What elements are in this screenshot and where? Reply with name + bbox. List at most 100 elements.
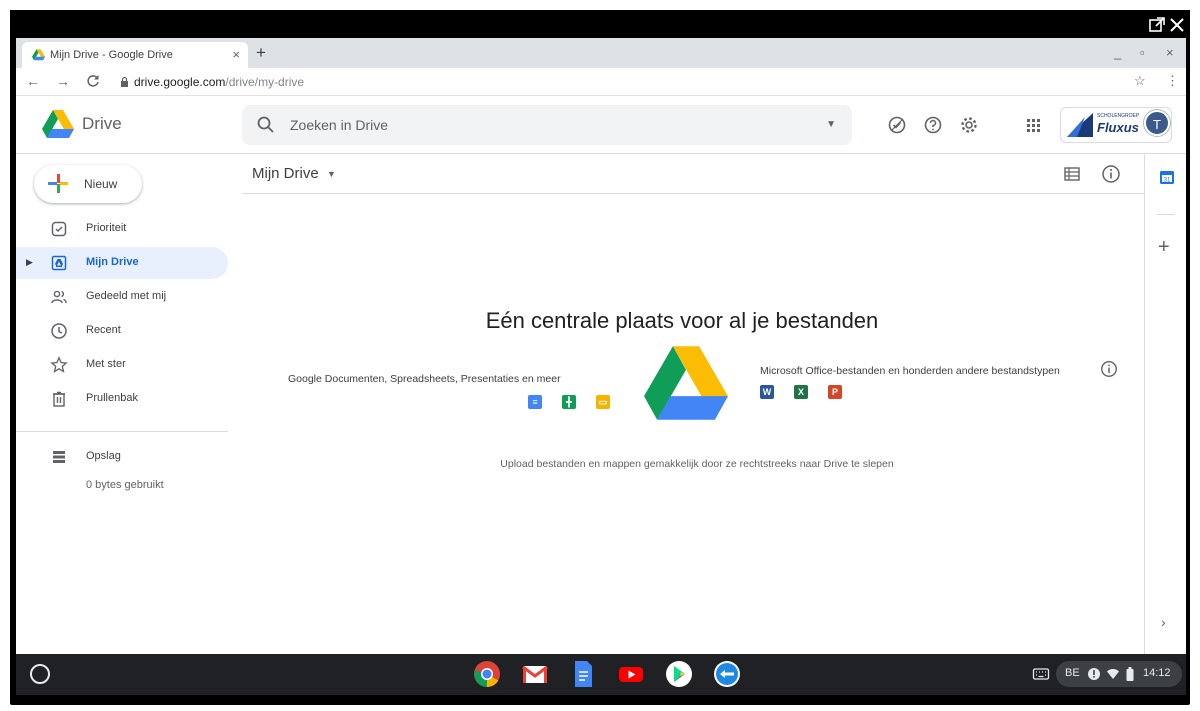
sidebar-item-mijn-drive[interactable]: ▶ Mijn Drive — [16, 247, 228, 279]
svg-text:31: 31 — [1164, 177, 1171, 183]
apps-grid-icon[interactable] — [1022, 114, 1044, 136]
drive-logo-large-icon — [644, 346, 728, 420]
fluxus-logo-icon — [1067, 113, 1093, 137]
back-arrow-icon[interactable]: ← — [26, 73, 40, 89]
list-view-icon[interactable] — [1062, 164, 1082, 184]
tab-close-button[interactable]: × — [232, 47, 240, 62]
docs-app-icon[interactable] — [568, 659, 598, 689]
sidebar-item-met-ster[interactable]: Met ster — [16, 349, 228, 381]
storage-usage-text: 0 bytes gebruikt — [86, 479, 164, 491]
search-options-chevron-icon[interactable]: ▼ — [826, 119, 836, 130]
settings-gear-icon[interactable] — [958, 114, 980, 136]
sheets-icon: ╋ — [562, 395, 576, 409]
side-panel-divider — [1157, 214, 1175, 215]
input-language: BE — [1065, 667, 1080, 679]
sidebar-item-label: Prioriteit — [86, 222, 127, 234]
gmail-app-icon[interactable] — [520, 659, 550, 689]
url-path: /drive/my-drive — [225, 75, 305, 89]
chrome-app-icon[interactable] — [472, 659, 502, 689]
star-icon — [50, 356, 68, 373]
side-panel: 31 + › — [1144, 154, 1186, 654]
priority-icon — [51, 221, 67, 237]
battery-icon — [1126, 667, 1134, 681]
sidebar-item-label: Mijn Drive — [86, 256, 139, 268]
sidebar-divider — [16, 431, 228, 432]
address-bar[interactable]: drive.google.com/drive/my-drive — [120, 72, 1120, 93]
browser-toolbar: ← → drive.google.com/drive/my-drive ☆ ⋮ — [16, 68, 1186, 96]
keyboard-icon[interactable] — [1032, 665, 1050, 683]
docs-icon: ≡ — [528, 395, 542, 409]
notification-icon — [1088, 668, 1100, 680]
info-icon[interactable] — [1099, 359, 1119, 379]
drive-favicon-icon — [32, 49, 45, 61]
search-bar[interactable]: Zoeken in Drive ▼ — [242, 105, 852, 145]
help-icon[interactable] — [922, 114, 944, 136]
popout-icon[interactable] — [1148, 16, 1166, 34]
window-close-button[interactable]: × — [1166, 45, 1174, 60]
browser-window: Mijn Drive - Google Drive × + _ ▫ × ← → … — [16, 38, 1186, 654]
powerpoint-icon: P — [828, 385, 842, 399]
minimize-button[interactable]: _ — [1114, 45, 1121, 60]
office-app-tiles: W X P — [760, 379, 1060, 401]
new-tab-button[interactable]: + — [256, 43, 266, 63]
organization-tagline: SCHOLENGROEP — [1097, 113, 1140, 119]
office-formats-caption: Microsoft Office-bestanden en honderden … — [760, 364, 1060, 401]
url-host: drive.google.com — [134, 75, 226, 89]
sidebar-item-label: Met ster — [86, 358, 126, 370]
my-drive-icon — [51, 255, 67, 271]
forward-arrow-icon[interactable]: → — [56, 73, 70, 89]
play-store-app-icon[interactable] — [664, 659, 694, 689]
office-formats-text: Microsoft Office-bestanden en honderden … — [760, 365, 1060, 377]
sidebar-item-label: Recent — [86, 324, 121, 336]
restore-button[interactable]: ▫ — [1140, 45, 1145, 60]
search-icon[interactable] — [256, 115, 276, 135]
main-header: Mijn Drive ▼ — [242, 154, 1144, 194]
wifi-icon — [1107, 669, 1119, 679]
search-input[interactable]: Zoeken in Drive — [290, 117, 388, 133]
google-formats-caption: Google Documenten, Spreadsheets, Present… — [288, 373, 618, 409]
reload-icon[interactable] — [86, 74, 100, 88]
close-icon[interactable] — [1168, 16, 1186, 34]
remote-assist-app-icon[interactable] — [712, 659, 742, 689]
add-addon-button[interactable]: + — [1158, 236, 1170, 259]
drive-logo-icon[interactable] — [42, 110, 74, 138]
breadcrumb-chevron-down-icon[interactable]: ▼ — [327, 169, 336, 179]
tab-mijn-drive[interactable]: Mijn Drive - Google Drive × — [22, 42, 248, 68]
clock-time: 14:12 — [1143, 667, 1171, 679]
url-text: drive.google.com/drive/my-drive — [134, 75, 304, 89]
lock-icon — [121, 76, 128, 87]
trash-icon — [53, 391, 65, 407]
bookmark-star-icon[interactable]: ☆ — [1134, 73, 1146, 89]
clock-icon — [51, 323, 67, 339]
sidebar-item-prioriteit[interactable]: Prioriteit — [16, 213, 228, 245]
offline-ready-icon[interactable] — [886, 114, 908, 136]
chevron-right-icon[interactable]: › — [1161, 614, 1166, 630]
sidebar-item-label: Gedeeld met mij — [86, 290, 167, 302]
sidebar: Nieuw Prioriteit ▶ Mijn Drive Gedeeld me… — [16, 154, 242, 654]
launcher-button[interactable] — [30, 664, 50, 684]
calendar-icon[interactable]: 31 — [1159, 169, 1175, 185]
plus-icon — [48, 174, 68, 193]
google-formats-text: Google Documenten, Spreadsheets, Present… — [288, 373, 561, 385]
status-tray[interactable]: BE 14:12 — [1056, 661, 1182, 687]
os-shelf: BE 14:12 — [16, 654, 1186, 695]
sidebar-item-prullenbak[interactable]: Prullenbak — [16, 383, 228, 415]
screenshot-frame: Mijn Drive - Google Drive × + _ ▫ × ← → … — [0, 0, 1200, 711]
google-app-tiles: ≡ ╋ ▭ — [288, 385, 618, 409]
device-top-bar — [10, 10, 1190, 38]
sidebar-item-gedeeld-met-mij[interactable]: Gedeeld met mij — [16, 281, 228, 313]
tab-title: Mijn Drive - Google Drive — [50, 49, 173, 61]
word-icon: W — [760, 385, 774, 399]
browser-menu-icon[interactable]: ⋮ — [1166, 73, 1179, 89]
sidebar-item-recent[interactable]: Recent — [16, 315, 228, 347]
shared-people-icon — [51, 290, 67, 304]
expand-caret-icon[interactable]: ▶ — [26, 257, 33, 268]
youtube-app-icon[interactable] — [616, 659, 646, 689]
info-icon[interactable] — [1100, 163, 1122, 185]
tab-strip: Mijn Drive - Google Drive × + _ ▫ × — [16, 38, 1186, 68]
storage-icon — [53, 451, 65, 463]
new-button[interactable]: Nieuw — [34, 165, 142, 203]
account-avatar[interactable]: T — [1144, 110, 1170, 136]
sidebar-item-opslag[interactable]: Opslag — [16, 441, 228, 473]
breadcrumb[interactable]: Mijn Drive — [252, 165, 319, 182]
